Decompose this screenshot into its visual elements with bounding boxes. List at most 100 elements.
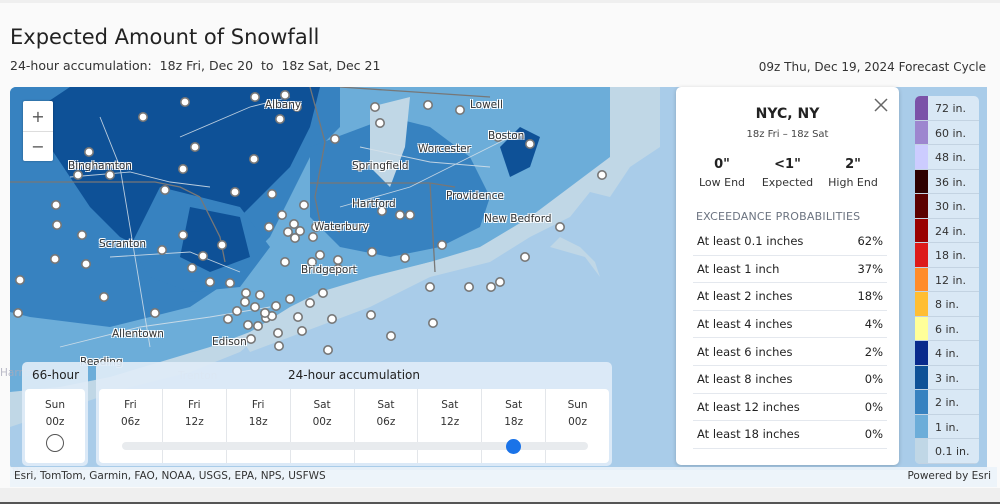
station-marker[interactable] [485,282,496,293]
station-marker[interactable] [264,222,275,233]
zoom-out-button[interactable]: − [23,131,53,161]
station-marker[interactable] [317,288,328,299]
station-marker[interactable] [276,210,287,221]
station-marker[interactable] [13,308,23,319]
station-marker[interactable] [494,277,505,288]
long-period-radio[interactable] [46,434,64,452]
station-marker[interactable] [266,189,277,200]
station-marker[interactable] [178,230,189,241]
time-card[interactable]: Sat 12z [417,389,481,463]
station-marker[interactable] [250,302,261,313]
zoom-in-button[interactable]: + [23,101,53,131]
station-marker[interactable] [365,310,376,321]
station-marker[interactable] [250,92,261,102]
station-marker[interactable] [230,187,241,198]
station-marker[interactable] [366,247,377,258]
station-marker[interactable] [260,308,271,319]
time-card[interactable]: Fri 12z [161,389,226,463]
station-marker[interactable] [273,341,284,352]
station-marker[interactable] [329,133,340,144]
station-marker[interactable] [15,275,25,286]
station-marker[interactable] [284,294,295,305]
station-marker[interactable] [246,334,257,345]
station-marker[interactable] [385,331,396,342]
station-marker[interactable] [205,277,216,288]
high-end-label: High End [828,176,878,189]
station-marker[interactable] [596,170,607,181]
station-marker[interactable] [180,97,191,107]
station-marker[interactable] [157,245,168,256]
powered-by[interactable]: Powered by Esri [907,470,991,482]
station-marker[interactable] [454,104,465,115]
station-marker[interactable] [160,185,171,196]
station-marker[interactable] [322,344,333,355]
time-card[interactable]: Fri 06z [99,389,162,463]
station-marker[interactable] [77,230,88,241]
station-marker[interactable] [150,308,161,319]
station-marker[interactable] [296,326,307,337]
card-day: Fri [124,399,137,411]
station-marker[interactable] [427,318,438,329]
station-marker[interactable] [288,219,299,230]
time-card[interactable]: Sat 06z [353,389,418,463]
station-marker[interactable] [282,227,293,238]
station-marker[interactable] [424,282,435,293]
time-slider-thumb[interactable] [505,439,521,454]
station-marker[interactable] [105,170,116,181]
station-marker[interactable] [253,321,264,332]
station-marker[interactable] [198,251,209,262]
station-marker[interactable] [326,314,337,325]
station-marker[interactable] [232,306,243,317]
time-card[interactable]: Sat 00z [289,389,354,463]
legend-label: 2 in. [935,396,960,409]
station-marker[interactable] [270,301,281,312]
station-marker[interactable] [274,113,285,124]
time-card[interactable]: Sun 00z [545,389,609,463]
station-marker[interactable] [436,240,447,251]
station-marker[interactable] [394,210,405,221]
station-marker[interactable] [178,164,189,175]
station-marker[interactable] [249,154,260,165]
station-marker[interactable] [332,255,343,266]
station-marker[interactable] [519,252,530,263]
long-period-card[interactable]: Sun 00z [25,389,85,463]
station-marker[interactable] [298,200,309,211]
station-marker[interactable] [404,210,415,221]
station-marker[interactable] [72,170,83,181]
station-marker[interactable] [304,298,315,309]
station-marker[interactable] [374,117,385,128]
station-marker[interactable] [81,259,92,270]
station-marker[interactable] [84,146,95,157]
station-marker[interactable] [463,282,474,293]
station-marker[interactable] [279,257,290,268]
station-marker[interactable] [240,297,251,308]
station-marker[interactable] [554,222,565,233]
station-marker[interactable] [217,240,228,251]
station-marker[interactable] [279,90,290,100]
station-marker[interactable] [190,141,201,152]
station-marker[interactable] [314,250,325,261]
station-marker[interactable] [292,312,303,323]
station-marker[interactable] [369,102,380,112]
station-marker[interactable] [243,320,254,331]
station-marker[interactable] [49,254,60,265]
legend-items: 72 in. 60 in. 48 in. 36 in. 30 in. 24 in. 18 i… [915,96,979,464]
station-marker[interactable] [223,314,234,325]
station-marker[interactable] [99,292,110,303]
station-marker[interactable] [51,220,62,231]
card-hour: 06z [376,416,396,428]
station-marker[interactable] [225,278,236,289]
station-marker[interactable] [50,200,61,211]
station-marker[interactable] [399,253,410,264]
station-marker[interactable] [187,263,198,274]
time-card[interactable]: Fri 18z [225,389,290,463]
station-marker[interactable] [272,328,283,339]
city-label: Allentown [112,328,164,340]
station-marker[interactable] [241,288,252,299]
station-marker[interactable] [307,232,318,243]
station-marker[interactable] [524,138,535,149]
station-marker[interactable] [255,290,266,301]
station-marker[interactable] [138,111,149,122]
station-marker[interactable] [294,226,305,237]
station-marker[interactable] [422,100,433,110]
